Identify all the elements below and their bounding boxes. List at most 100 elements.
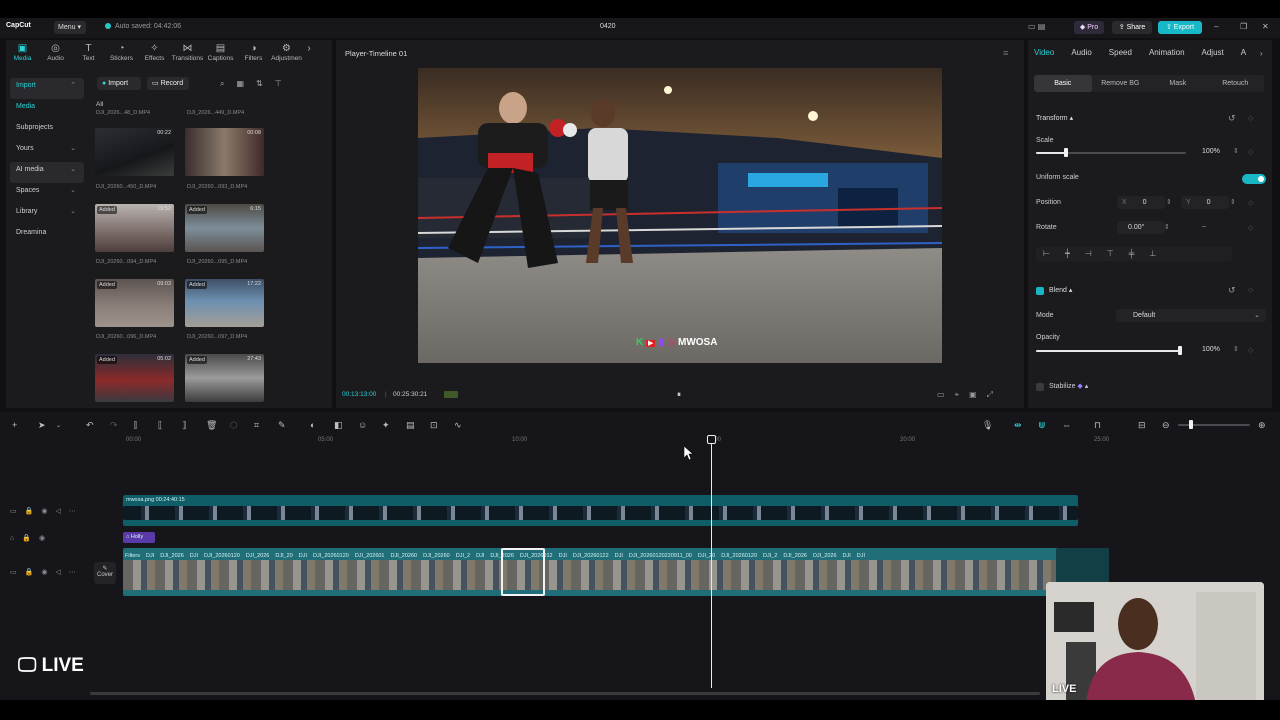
preview-axis-icon[interactable]: ⊓ — [1094, 420, 1101, 431]
rotate-dash[interactable]: – — [1202, 223, 1206, 230]
redo-icon[interactable]: ↷ — [110, 420, 118, 431]
export-frame-icon[interactable]: ⊡ — [430, 420, 438, 431]
tab-media[interactable]: ▣ Media — [6, 40, 39, 66]
align-bottom-icon[interactable]: ⊥ — [1149, 249, 1171, 258]
align-center-icon[interactable]: ┿ — [1065, 249, 1085, 258]
tab-captions[interactable]: ▤ Captions — [204, 40, 237, 66]
tab-more[interactable]: A — [1241, 48, 1246, 57]
stepper-icon[interactable]: ⇕ — [1164, 223, 1170, 231]
speaker-icon[interactable]: ◁ — [55, 508, 68, 515]
media-item[interactable]: Added 17:22 — [185, 279, 264, 327]
tab-transitions[interactable]: ⋈ Transitions — [171, 40, 204, 66]
tab-stickers[interactable]: ◔ Stickers — [105, 40, 138, 66]
magnet-icon[interactable]: ⋓ — [1038, 420, 1046, 431]
edit-icon[interactable]: ✎ — [278, 420, 286, 431]
import-button[interactable]: ● Import — [97, 77, 141, 90]
tab-adjustment[interactable]: ⚙ Adjustmen — [270, 40, 303, 66]
stepper-icon[interactable]: ⇕ — [1233, 147, 1239, 155]
mask-icon[interactable]: ◧ — [334, 420, 343, 431]
position-y-field[interactable]: Y0 — [1181, 196, 1229, 209]
snap-icon[interactable]: ⇔ — [1062, 420, 1071, 430]
tab-audio-props[interactable]: Audio — [1071, 48, 1091, 57]
eye-icon[interactable]: ◉ — [39, 535, 53, 542]
sidebar-item-dreamina[interactable]: Dreamina — [10, 225, 84, 246]
tab-video[interactable]: Video — [1034, 48, 1054, 57]
blend-mode-select[interactable]: Default ⌄ — [1116, 309, 1266, 322]
lock-icon[interactable]: 🔒 — [22, 535, 39, 542]
opacity-slider-handle[interactable] — [1178, 346, 1182, 355]
magic-icon[interactable]: ✦ — [382, 420, 390, 431]
fullscreen-icon[interactable]: ⤢ — [987, 390, 1003, 399]
sidebar-item-ai-media[interactable]: AI media ⌄ — [10, 162, 84, 183]
stepper-icon[interactable]: ⇕ — [1233, 345, 1239, 353]
player-view-controls[interactable]: ▭⌖▣⤢ — [937, 390, 1003, 400]
rotate-field[interactable]: 0.00° — [1117, 221, 1165, 234]
opacity-value[interactable]: 100% — [1202, 346, 1220, 353]
transform-heading[interactable]: Transform ▴ — [1036, 114, 1073, 122]
chevron-down-icon[interactable]: ⌄ — [56, 422, 61, 429]
link-icon[interactable]: ⇹ — [1014, 420, 1022, 431]
crop-icon[interactable]: ⌗ — [254, 420, 259, 431]
grid-icon[interactable]: ▦ — [236, 79, 256, 88]
position-x-field[interactable]: X0 — [1117, 196, 1165, 209]
sidebar-item-library[interactable]: Library ⌄ — [10, 204, 84, 225]
playhead-handle[interactable] — [707, 435, 716, 444]
layout-icon[interactable]: ▭ ▤ — [1028, 22, 1045, 31]
eye-icon[interactable]: ◉ — [41, 508, 55, 515]
split-right-icon[interactable]: ⟧ — [182, 420, 186, 431]
share-button[interactable]: ⇪ Share — [1112, 21, 1152, 34]
media-view-controls[interactable]: ⌕▦⇅⊤ — [220, 79, 294, 89]
ratio-icon[interactable]: ▣ — [969, 390, 987, 399]
scale-value[interactable]: 100% — [1202, 148, 1220, 155]
media-item[interactable]: Added 27:43 — [185, 354, 264, 402]
stepper-icon[interactable]: ⇕ — [1166, 198, 1172, 206]
subtitle-icon[interactable]: ▤ — [406, 420, 415, 431]
more-icon[interactable]: ⋯ — [69, 569, 84, 576]
undo-icon[interactable]: ↶ — [86, 420, 94, 431]
keyframe-icon[interactable]: ◇ — [1248, 114, 1253, 122]
overlay-track-controls[interactable]: ▭🔒◉◁⋯ — [10, 507, 84, 515]
video-preview[interactable] — [418, 68, 942, 363]
tab-audio[interactable]: ◎ Audio — [39, 40, 72, 66]
subtab-remove-bg[interactable]: Remove BG — [1092, 75, 1150, 92]
media-item[interactable]: Added 6:15 — [185, 204, 264, 252]
delete-icon[interactable]: 🗑 — [206, 420, 217, 431]
subtab-retouch[interactable]: Retouch — [1207, 75, 1265, 92]
media-filter-all[interactable]: All — [96, 101, 103, 108]
zoom-icon[interactable]: ⌖ — [955, 390, 970, 399]
sidebar-item-yours[interactable]: Yours ⌄ — [10, 141, 84, 162]
export-button[interactable]: ⇧ Export — [1158, 21, 1202, 34]
stepper-icon[interactable]: ⇕ — [1230, 198, 1236, 206]
fit-icon[interactable]: ▭ — [937, 390, 955, 399]
split-left-icon[interactable]: ⟦ — [158, 420, 162, 431]
align-controls[interactable]: ⊢┿⊣⊤╪⊥ — [1036, 247, 1232, 261]
select-tool-icon[interactable]: ➤ — [38, 420, 46, 431]
keyframe-icon[interactable]: ◇ — [1248, 199, 1253, 207]
blend-heading[interactable]: Blend ▴ — [1049, 286, 1072, 294]
caption-track-icon[interactable]: ⊟ — [1138, 420, 1146, 431]
tabs-next-icon[interactable]: › — [1260, 49, 1263, 58]
media-item[interactable]: Added 19:52 — [95, 204, 174, 252]
more-icon[interactable]: ⋯ — [69, 508, 84, 515]
player-menu-icon[interactable]: ≡ — [1003, 48, 1008, 58]
stabilize-heading[interactable]: Stabilize ◆ ▴ — [1049, 382, 1088, 390]
playhead[interactable] — [711, 436, 712, 688]
speed-icon[interactable]: ◐ — [310, 420, 315, 430]
selected-clip[interactable] — [501, 548, 545, 596]
split-icon[interactable]: ⫿ — [134, 420, 137, 431]
timeline-scrollbar[interactable] — [90, 692, 1040, 695]
scale-slider-handle[interactable] — [1064, 148, 1068, 157]
zoom-slider-handle[interactable] — [1189, 420, 1193, 429]
keyframe-icon[interactable]: ◇ — [1248, 224, 1253, 232]
media-item[interactable]: Added 09:03 — [95, 279, 174, 327]
tab-speed[interactable]: Speed — [1109, 48, 1132, 57]
tab-filters[interactable]: ◑ Filters — [237, 40, 270, 66]
lock-icon[interactable]: 🔒 — [25, 569, 42, 576]
zoom-in-icon[interactable]: ⊕ — [1258, 420, 1266, 431]
media-item[interactable]: 00:22 — [95, 128, 174, 176]
pause-icon[interactable]: ⏸ — [677, 390, 681, 400]
record-button[interactable]: ▭ Record — [147, 77, 189, 90]
minimize-icon[interactable]: – — [1214, 22, 1218, 31]
tab-effects[interactable]: ✧ Effects — [138, 40, 171, 66]
keyframe-icon[interactable]: ◇ — [1248, 346, 1253, 354]
